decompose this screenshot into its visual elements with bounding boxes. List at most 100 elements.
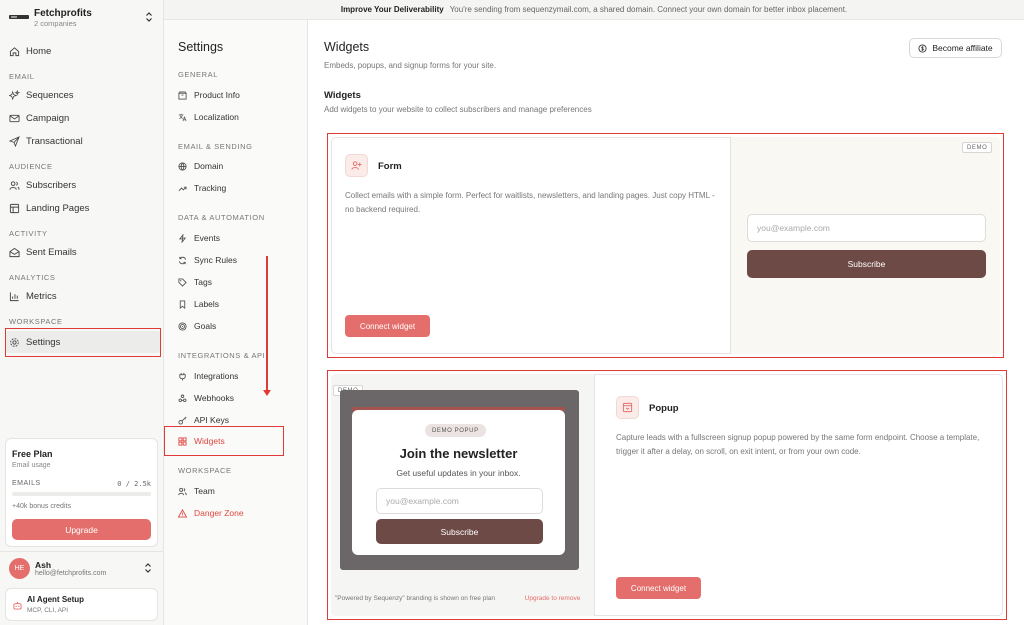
settings-item-label: Labels (194, 299, 220, 309)
user-plus-icon (351, 161, 362, 170)
user-name: Ash (35, 560, 52, 570)
plug-icon (179, 372, 186, 381)
page-subtitle: Embeds, popups, and signup forms for you… (324, 61, 497, 70)
section-analytics: ANALYTICS (9, 273, 56, 282)
user-menu[interactable]: HE Ash hello@fetchprofits.com (0, 551, 164, 584)
trending-up-icon (178, 186, 187, 191)
settings-item-localization[interactable]: Localization (178, 109, 298, 125)
nav-sent-emails[interactable]: Sent Emails (9, 243, 159, 261)
chevron-updown-icon (145, 563, 151, 573)
settings-item-team[interactable]: Team (178, 483, 298, 499)
section-workspace-settings: WORKSPACE (178, 466, 232, 475)
become-affiliate-button[interactable]: Become affiliate (909, 38, 1002, 58)
settings-item-label: Integrations (194, 371, 239, 381)
settings-item-sync-rules[interactable]: Sync Rules (178, 252, 298, 268)
form-card-title: Form (378, 161, 402, 172)
settings-nav: Settings GENERAL Product Info Localizati… (164, 20, 308, 625)
target-icon (178, 321, 187, 331)
settings-item-label: Webhooks (194, 393, 235, 403)
banner-title: Improve Your Deliverability (340, 5, 444, 14)
settings-item-danger-zone[interactable]: Danger Zone (178, 505, 298, 521)
settings-item-webhooks[interactable]: Webhooks (178, 390, 298, 406)
settings-item-labels[interactable]: Labels (178, 296, 298, 312)
widgets-section-title: Widgets (324, 90, 361, 101)
settings-item-label: Localization (194, 112, 239, 122)
form-demo-preview (730, 137, 1000, 354)
section-email-sending: EMAIL & SENDING (178, 142, 253, 151)
plan-title: Free Plan (12, 449, 53, 459)
settings-title: Settings (178, 40, 224, 54)
send-icon (9, 135, 20, 147)
form-card-description: Collect emails with a simple form. Perfe… (345, 191, 715, 214)
settings-item-domain[interactable]: Domain (178, 158, 298, 174)
org-name: Fetchprofits (34, 8, 92, 19)
nav-home-label: Home (26, 45, 52, 57)
settings-item-label: Sync Rules (194, 255, 237, 265)
form-demo-badge: DEMO (962, 142, 993, 153)
refresh-icon (178, 256, 187, 264)
plan-usage-bar (12, 492, 151, 496)
zap-icon (178, 233, 187, 243)
form-demo-email-input[interactable]: you@example.com (747, 214, 986, 242)
popup-heading: Join the newsletter (399, 446, 518, 461)
become-affiliate-label: Become affiliate (932, 43, 993, 53)
section-integrations-api: INTEGRATIONS & API (178, 351, 266, 360)
plan-subtitle: Email usage (12, 462, 51, 469)
settings-item-label: Domain (194, 161, 224, 171)
users-icon (9, 180, 20, 190)
popup-card-title: Popup (649, 403, 679, 414)
widgets-section-subtitle: Add widgets to your website to collect s… (324, 105, 592, 114)
home-icon (9, 46, 20, 56)
org-logo-icon (9, 15, 29, 19)
upgrade-button[interactable]: Upgrade (12, 519, 151, 540)
chevron-updown-icon (146, 12, 152, 22)
mail-icon (9, 114, 20, 122)
banner-text: You're sending from sequenzymail.com, a … (449, 5, 848, 14)
nav-sequences[interactable]: Sequences (9, 86, 159, 104)
form-demo-subscribe-button[interactable]: Subscribe (747, 250, 986, 278)
bookmark-icon (179, 299, 186, 309)
nav-subscribers[interactable]: Subscribers (9, 176, 159, 194)
settings-item-goals[interactable]: Goals (178, 318, 298, 334)
section-email: EMAIL (9, 72, 35, 81)
popup-email-input[interactable]: you@example.com (376, 488, 543, 514)
settings-item-label: Tracking (194, 183, 227, 193)
tag-icon (178, 277, 187, 287)
nav-metrics-label: Metrics (26, 290, 57, 302)
popup-subscribe-button[interactable]: Subscribe (376, 519, 543, 544)
popup-window-icon (622, 402, 633, 413)
translate-icon (178, 113, 187, 121)
plan-usage-count: 0 / 2.5k (117, 480, 151, 488)
settings-item-product-info[interactable]: Product Info (178, 87, 298, 103)
org-switcher[interactable]: Fetchprofits 2 companies (9, 8, 157, 28)
nav-transactional[interactable]: Transactional (9, 132, 159, 150)
form-feature-icon (345, 154, 368, 177)
settings-item-tracking[interactable]: Tracking (178, 180, 298, 196)
settings-item-tags[interactable]: Tags (178, 274, 298, 290)
demo-popup-pill: DEMO POPUP (425, 424, 486, 437)
widgets-highlight-annotation (164, 426, 284, 456)
users-icon (178, 487, 187, 495)
form-connect-widget-button[interactable]: Connect widget (345, 315, 430, 337)
settings-item-label: Goals (194, 321, 217, 331)
ai-agent-setup-card[interactable]: AI Agent Setup MCP, CLI, API (5, 588, 158, 621)
section-activity: ACTIVITY (9, 229, 48, 238)
bot-icon (13, 601, 22, 610)
nav-campaign[interactable]: Campaign (9, 109, 159, 127)
settings-item-events[interactable]: Events (178, 230, 298, 246)
nav-landing-pages[interactable]: Landing Pages (9, 199, 159, 217)
nav-transactional-label: Transactional (26, 135, 83, 147)
webhook-icon (178, 394, 187, 402)
sparkle-icon (9, 89, 20, 100)
nav-sent-emails-label: Sent Emails (26, 246, 77, 258)
section-audience: AUDIENCE (9, 162, 53, 171)
popup-connect-widget-button[interactable]: Connect widget (616, 577, 701, 599)
upgrade-to-remove-link[interactable]: Upgrade to remove (524, 593, 581, 604)
dollar-circle-icon (918, 43, 927, 53)
settings-item-integrations[interactable]: Integrations (178, 368, 298, 384)
popup-feature-icon (616, 396, 639, 419)
nav-home[interactable]: Home (9, 42, 159, 60)
settings-item-label: API Keys (194, 415, 229, 425)
guide-arrow-head (262, 390, 271, 396)
nav-metrics[interactable]: Metrics (9, 287, 159, 305)
